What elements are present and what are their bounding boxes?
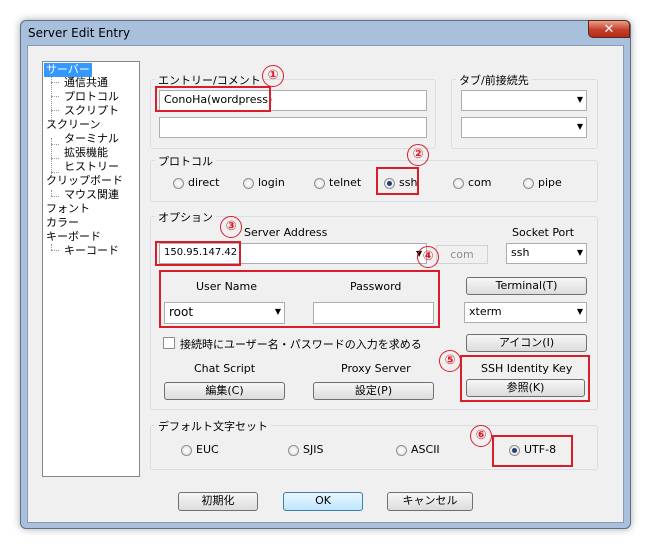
cancel-button[interactable]: キャンセル bbox=[387, 492, 473, 511]
radio-telnet[interactable] bbox=[314, 178, 325, 189]
annotation-1: ① bbox=[262, 65, 284, 87]
tree-item-history[interactable]: ヒストリー bbox=[64, 160, 119, 174]
close-icon[interactable]: ✕ bbox=[588, 20, 630, 38]
chat-script-label: Chat Script bbox=[194, 362, 256, 375]
radio-login[interactable] bbox=[243, 178, 254, 189]
radio-com[interactable] bbox=[453, 178, 464, 189]
tree-item-script[interactable]: スクリプト bbox=[64, 104, 119, 118]
radio-direct[interactable] bbox=[173, 178, 184, 189]
prompt-credentials-label: 接続時にユーザー名・パスワードの入力を求める bbox=[180, 338, 422, 351]
tree-item-server[interactable]: サーバー bbox=[44, 63, 92, 77]
radio-label-pipe: pipe bbox=[538, 176, 562, 189]
radio-label-direct: direct bbox=[188, 176, 220, 189]
initialize-button[interactable]: 初期化 bbox=[178, 492, 258, 511]
charset-group-label: デフォルト文字セット bbox=[155, 418, 271, 434]
annotation-2: ② bbox=[407, 144, 429, 166]
chevron-down-icon: ▼ bbox=[576, 307, 583, 316]
tree-item-clipboard[interactable]: クリップボード bbox=[46, 174, 123, 188]
prev-connection-select[interactable]: ▼ bbox=[461, 117, 587, 138]
tree-item-terminal[interactable]: ターミナル bbox=[64, 132, 119, 146]
highlight-utf8 bbox=[492, 435, 573, 467]
settings-tree[interactable]: サーバー 通信共通 プロトコル スクリプト スクリーン ターミナル 拡張機能 ヒ… bbox=[42, 61, 140, 477]
tree-item-color[interactable]: カラー bbox=[46, 216, 79, 230]
comment-input[interactable] bbox=[159, 117, 427, 138]
tab-group-label: タブ/前接続先 bbox=[456, 72, 532, 88]
radio-ascii[interactable] bbox=[396, 445, 407, 456]
radio-label-ascii: ASCII bbox=[411, 443, 440, 456]
radio-pipe[interactable] bbox=[523, 178, 534, 189]
highlight-server-address bbox=[155, 241, 241, 266]
annotation-4: ④ bbox=[417, 246, 439, 268]
chevron-down-icon: ▼ bbox=[576, 95, 583, 104]
radio-label-telnet: telnet bbox=[329, 176, 362, 189]
tab-select[interactable]: ▼ bbox=[461, 90, 587, 111]
annotation-6: ⑥ bbox=[470, 425, 492, 447]
radio-sjis[interactable] bbox=[288, 445, 299, 456]
socket-port-select[interactable]: ssh ▼ bbox=[506, 243, 587, 264]
radio-label-login: login bbox=[258, 176, 285, 189]
proxy-server-label: Proxy Server bbox=[341, 362, 411, 375]
chevron-down-icon: ▼ bbox=[576, 248, 583, 257]
tree-item-comm[interactable]: 通信共通 bbox=[64, 76, 108, 90]
options-group-label: オプション bbox=[155, 209, 216, 225]
server-address-label: Server Address bbox=[244, 226, 328, 239]
radio-euc[interactable] bbox=[181, 445, 192, 456]
tree-item-font[interactable]: フォント bbox=[46, 202, 90, 216]
tree-item-keycode[interactable]: キーコード bbox=[64, 244, 119, 258]
terminal-type-select[interactable]: xterm ▼ bbox=[464, 302, 587, 323]
window-title: Server Edit Entry bbox=[28, 26, 131, 40]
tree-item-mouse[interactable]: マウス関連 bbox=[64, 188, 119, 202]
annotation-3: ③ bbox=[220, 216, 242, 238]
highlight-entry bbox=[155, 86, 271, 112]
ok-button[interactable]: OK bbox=[283, 492, 363, 511]
socket-port-label: Socket Port bbox=[512, 226, 575, 239]
tree-item-protocol[interactable]: プロトコル bbox=[64, 90, 119, 104]
radio-label-com: com bbox=[468, 176, 492, 189]
chat-script-edit-button[interactable]: 編集(C) bbox=[164, 382, 285, 400]
highlight-ssh-key bbox=[460, 355, 590, 402]
com-port-box: com bbox=[436, 245, 488, 264]
tree-item-keyboard[interactable]: キーボード bbox=[46, 230, 101, 244]
chevron-down-icon: ▼ bbox=[576, 122, 583, 131]
prompt-credentials-checkbox[interactable] bbox=[163, 337, 175, 349]
highlight-credentials bbox=[159, 270, 440, 328]
protocol-group-label: プロトコル bbox=[155, 153, 216, 169]
proxy-server-button[interactable]: 設定(P) bbox=[313, 382, 434, 400]
radio-label-sjis: SJIS bbox=[303, 443, 324, 456]
annotation-5: ⑤ bbox=[439, 350, 461, 372]
icon-button[interactable]: アイコン(I) bbox=[466, 334, 587, 352]
terminal-button[interactable]: Terminal(T) bbox=[466, 277, 587, 295]
tree-item-screen[interactable]: スクリーン bbox=[46, 118, 100, 132]
radio-label-euc: EUC bbox=[196, 443, 219, 456]
tree-item-extension[interactable]: 拡張機能 bbox=[64, 146, 108, 160]
highlight-ssh bbox=[376, 167, 419, 195]
